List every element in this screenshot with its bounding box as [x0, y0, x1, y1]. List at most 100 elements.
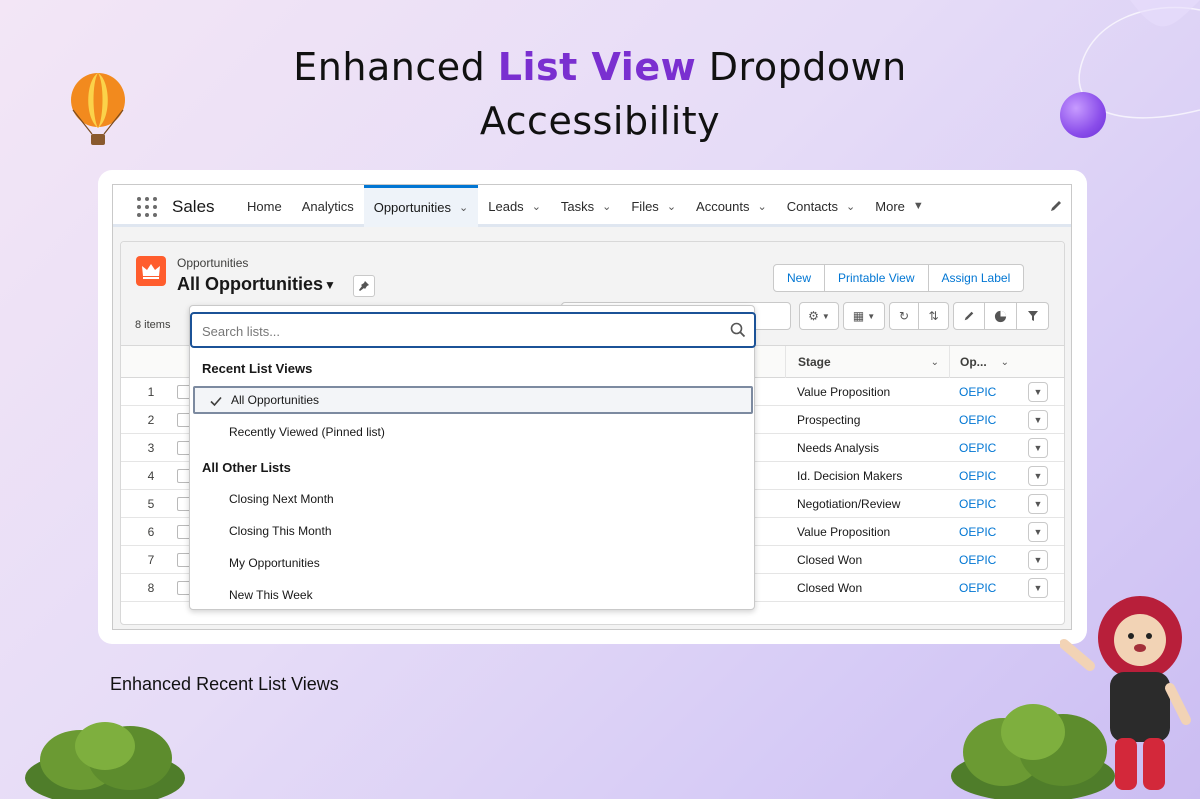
filter-button[interactable]: [1017, 302, 1049, 330]
printable-view-button[interactable]: Printable View: [825, 264, 929, 292]
inline-edit-button[interactable]: [953, 302, 985, 330]
settings-gear-button[interactable]: ⚙ ▼: [799, 302, 839, 330]
opportunity-crown-icon: [136, 256, 166, 286]
caret-down-icon[interactable]: ▼: [913, 200, 924, 212]
row-action-button[interactable]: ▼: [1028, 522, 1048, 542]
opportunity-link[interactable]: OEPIC: [959, 385, 996, 399]
global-nav: Sales Home Analytics Opportunities ⌄ Lead…: [113, 185, 1071, 227]
stage-cell: Id. Decision Makers: [797, 469, 903, 483]
dropdown-item-label: Recently Viewed (Pinned list): [229, 425, 385, 439]
dropdown-item-recently-viewed[interactable]: Recently Viewed (Pinned list): [193, 418, 753, 446]
list-toolbar: ⚙ ▼ ▦ ▼ ↻ ⇅: [799, 302, 1049, 330]
dropdown-item-closing-next-month[interactable]: Closing Next Month: [193, 485, 753, 513]
gear-icon: ⚙: [808, 309, 819, 323]
tab-label: Tasks: [560, 198, 595, 214]
tab-label: Opportunities: [373, 200, 452, 215]
new-button[interactable]: New: [773, 264, 826, 292]
items-count: 8 items: [135, 319, 171, 331]
row-action-button[interactable]: ▼: [1028, 410, 1048, 430]
chevron-down-icon[interactable]: ⌄: [459, 201, 468, 214]
filter-icon: [1027, 311, 1038, 321]
caret-down-icon: ▼: [867, 311, 876, 321]
tab-label: Accounts: [696, 198, 750, 214]
opportunity-link[interactable]: OEPIC: [959, 441, 996, 455]
chevron-down-icon[interactable]: ⌄: [846, 200, 855, 213]
object-label: Opportunities: [177, 256, 249, 270]
opportunity-link[interactable]: OEPIC: [959, 469, 996, 483]
pencil-icon: [964, 311, 974, 321]
chevron-down-icon[interactable]: ⌄: [602, 200, 611, 213]
stage-cell: Value Proposition: [797, 385, 891, 399]
tab-contacts[interactable]: Contacts ⌄: [777, 185, 866, 227]
refresh-icon: ↻: [898, 309, 910, 323]
bush-decoration: [25, 722, 185, 799]
row-action-button[interactable]: ▼: [1028, 438, 1048, 458]
sort-button[interactable]: ⇅: [919, 302, 949, 330]
row-number: 5: [147, 497, 155, 511]
stage-cell: Needs Analysis: [797, 441, 880, 455]
chart-button[interactable]: [985, 302, 1017, 330]
app-launcher-icon[interactable]: [137, 197, 157, 217]
pin-button[interactable]: [353, 275, 375, 297]
tab-leads[interactable]: Leads ⌄: [478, 185, 551, 227]
dropdown-item-label: Closing This Month: [229, 524, 332, 538]
all-other-lists-heading: All Other Lists: [202, 460, 291, 475]
tab-more[interactable]: More ▼: [865, 185, 934, 227]
column-header-stage[interactable]: Stage ⌄: [785, 346, 949, 378]
opportunity-link[interactable]: OEPIC: [959, 553, 996, 567]
chevron-down-icon[interactable]: ⌄: [532, 200, 541, 213]
app-name: Sales: [172, 197, 215, 216]
row-number: 2: [147, 413, 155, 427]
lion-mascot-illustration: [1060, 596, 1191, 790]
dropdown-item-new-this-week[interactable]: New This Week: [193, 581, 753, 609]
tab-accounts[interactable]: Accounts ⌄: [686, 185, 777, 227]
tab-label: Leads: [488, 198, 524, 214]
dropdown-item-closing-this-month[interactable]: Closing This Month: [193, 517, 753, 545]
chevron-down-icon[interactable]: ⌄: [758, 200, 767, 213]
row-action-button[interactable]: ▼: [1028, 550, 1048, 570]
opportunity-link[interactable]: OEPIC: [959, 413, 996, 427]
list-view-name[interactable]: All Opportunities: [177, 274, 323, 295]
row-action-button[interactable]: ▼: [1028, 578, 1048, 598]
row-action-button[interactable]: ▼: [1028, 466, 1048, 486]
stage-cell: Prospecting: [797, 413, 861, 427]
stage-cell: Closed Won: [797, 553, 863, 567]
dropdown-item-label: New This Week: [229, 588, 313, 602]
headline-part-1: Enhanced: [293, 45, 498, 89]
row-number: 6: [147, 525, 155, 539]
tab-home[interactable]: Home: [237, 185, 292, 227]
search-lists-field: [190, 312, 756, 348]
search-icon: [730, 322, 746, 338]
opportunity-link[interactable]: OEPIC: [959, 525, 996, 539]
pencil-icon[interactable]: [1049, 199, 1063, 213]
tab-opportunities[interactable]: Opportunities ⌄: [363, 185, 479, 227]
chevron-down-icon[interactable]: ⌄: [1001, 357, 1009, 368]
dropdown-item-all-opportunities[interactable]: All Opportunities: [193, 386, 753, 414]
stage-cell: Value Proposition: [797, 525, 891, 539]
tab-label: Contacts: [786, 198, 839, 214]
tab-files[interactable]: Files ⌄: [621, 185, 686, 227]
headline-line-2: Accessibility: [479, 99, 721, 143]
search-lists-input[interactable]: [202, 321, 702, 341]
row-action-button[interactable]: ▼: [1028, 494, 1048, 514]
crown-icon: [142, 264, 160, 279]
row-action-button[interactable]: ▼: [1028, 382, 1048, 402]
tab-tasks[interactable]: Tasks ⌄: [551, 185, 621, 227]
assign-label-button[interactable]: Assign Label: [928, 264, 1025, 292]
subcaption: Enhanced Recent List Views: [110, 674, 339, 694]
chevron-down-icon[interactable]: ⌄: [667, 200, 676, 213]
stage-cell: Negotiation/Review: [797, 497, 901, 511]
headline-accent: List View: [497, 45, 697, 89]
checkmark-icon: [210, 396, 222, 407]
column-header-opportunity[interactable]: Op... ⌄: [949, 346, 1019, 378]
tab-analytics[interactable]: Analytics: [292, 185, 364, 227]
stage-cell: Closed Won: [797, 581, 863, 595]
refresh-sort-group: ↻ ⇅: [889, 302, 949, 330]
caret-down-icon[interactable]: ▼: [324, 278, 336, 292]
display-as-table-button[interactable]: ▦ ▼: [843, 302, 885, 330]
opportunity-link[interactable]: OEPIC: [959, 497, 996, 511]
dropdown-item-my-opportunities[interactable]: My Opportunities: [193, 549, 753, 577]
opportunity-link[interactable]: OEPIC: [959, 581, 996, 595]
chevron-down-icon[interactable]: ⌄: [931, 357, 939, 368]
refresh-button[interactable]: ↻: [889, 302, 919, 330]
